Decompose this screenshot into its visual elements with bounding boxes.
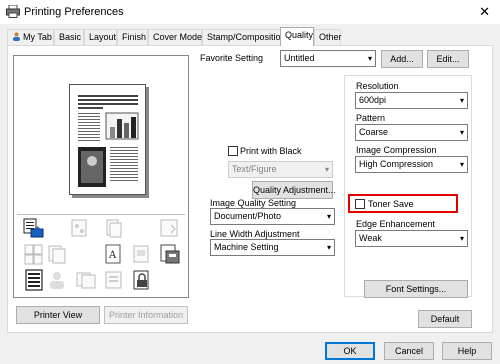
chevron-down-icon: ▾: [459, 234, 464, 243]
tab-layout[interactable]: Layout: [84, 29, 117, 45]
document-preview-icon: [78, 95, 139, 187]
image-compression-select[interactable]: High Compression ▾: [355, 156, 468, 173]
print-with-black-label: Print with Black: [240, 146, 302, 156]
line-width-adjustment-label: Line Width Adjustment: [210, 229, 300, 239]
tab-my-tab[interactable]: My Tab: [7, 29, 54, 45]
chevron-down-icon: ▾: [459, 96, 464, 105]
image-quality-setting-label: Image Quality Setting: [210, 198, 297, 208]
print-with-black-checkbox[interactable]: [228, 146, 238, 156]
secure-print-icon: [133, 270, 149, 290]
ok-button[interactable]: OK: [325, 342, 375, 360]
pages-icon: [24, 244, 43, 265]
text-overlay-icon: A: [105, 244, 121, 264]
pattern-select[interactable]: Coarse ▾: [355, 124, 468, 141]
tab-finish[interactable]: Finish: [117, 29, 148, 45]
svg-text:A: A: [108, 250, 117, 261]
page-thumbnail: [69, 84, 146, 195]
printer-icon: [6, 5, 20, 18]
printer-view-button[interactable]: Printer View: [16, 306, 100, 324]
person-icon: [13, 32, 20, 41]
line-width-adjustment-select[interactable]: Machine Setting ▾: [210, 239, 335, 256]
window-title: Printing Preferences: [24, 6, 124, 18]
tab-basic[interactable]: Basic: [54, 29, 84, 45]
font-settings-button[interactable]: Font Settings...: [364, 280, 468, 298]
chevron-down-icon: ▾: [367, 54, 372, 63]
staple-icon: [71, 219, 87, 237]
layer-icon: [76, 272, 96, 289]
watermark-icon: [105, 271, 122, 289]
cancel-button[interactable]: Cancel: [384, 342, 434, 360]
toner-save-label: Toner Save: [368, 199, 414, 209]
image-compression-label: Image Compression: [356, 145, 437, 155]
tab-stamp-composition[interactable]: Stamp/Composition: [202, 29, 286, 45]
print-with-black-mode-select[interactable]: Text/Figure ▾: [228, 161, 333, 178]
document-settings-icon: [25, 269, 43, 291]
default-button[interactable]: Default: [418, 310, 472, 328]
add-favorite-button[interactable]: Add...: [381, 50, 423, 68]
chevron-down-icon: ▾: [326, 243, 331, 252]
title-bar: Printing Preferences ✕: [0, 0, 500, 24]
favorite-setting-select[interactable]: Untitled ▾: [280, 50, 376, 67]
chevron-down-icon: ▾: [324, 165, 329, 174]
user-icon: [50, 272, 64, 289]
quality-adjustment-button[interactable]: Quality Adjustment...: [252, 181, 336, 199]
close-icon[interactable]: ✕: [479, 4, 490, 20]
tab-other[interactable]: Other: [314, 29, 342, 45]
layout-icon: [133, 245, 149, 263]
booklet-icon: [106, 219, 122, 238]
edge-enhancement-select[interactable]: Weak ▾: [355, 230, 468, 247]
resolution-label: Resolution: [356, 81, 399, 91]
tab-quality[interactable]: Quality: [280, 27, 314, 46]
pattern-label: Pattern: [356, 113, 386, 123]
chevron-down-icon: ▾: [326, 212, 331, 221]
page-preview: [17, 59, 185, 211]
chevron-down-icon: ▾: [459, 128, 464, 137]
chevron-down-icon: ▾: [459, 160, 464, 169]
preview-pane: A: [13, 55, 189, 298]
resolution-select[interactable]: 600dpi ▾: [355, 92, 468, 109]
help-button[interactable]: Help: [442, 342, 492, 360]
printer-output-icon: [23, 218, 44, 238]
copy-icon: [48, 245, 66, 264]
image-quality-setting-select[interactable]: Document/Photo ▾: [210, 208, 335, 225]
finishing-icon: [160, 244, 180, 264]
stamp-icon: [160, 219, 178, 237]
edge-enhancement-label: Edge Enhancement: [356, 219, 436, 229]
function-icon-grid: A: [17, 214, 185, 294]
edit-favorite-button[interactable]: Edit...: [427, 50, 469, 68]
printer-information-button[interactable]: Printer Information: [104, 306, 188, 324]
toner-save-checkbox[interactable]: [355, 199, 365, 209]
tab-cover-mode[interactable]: Cover Mode: [148, 29, 202, 45]
favorite-setting-label: Favorite Setting: [200, 53, 264, 63]
